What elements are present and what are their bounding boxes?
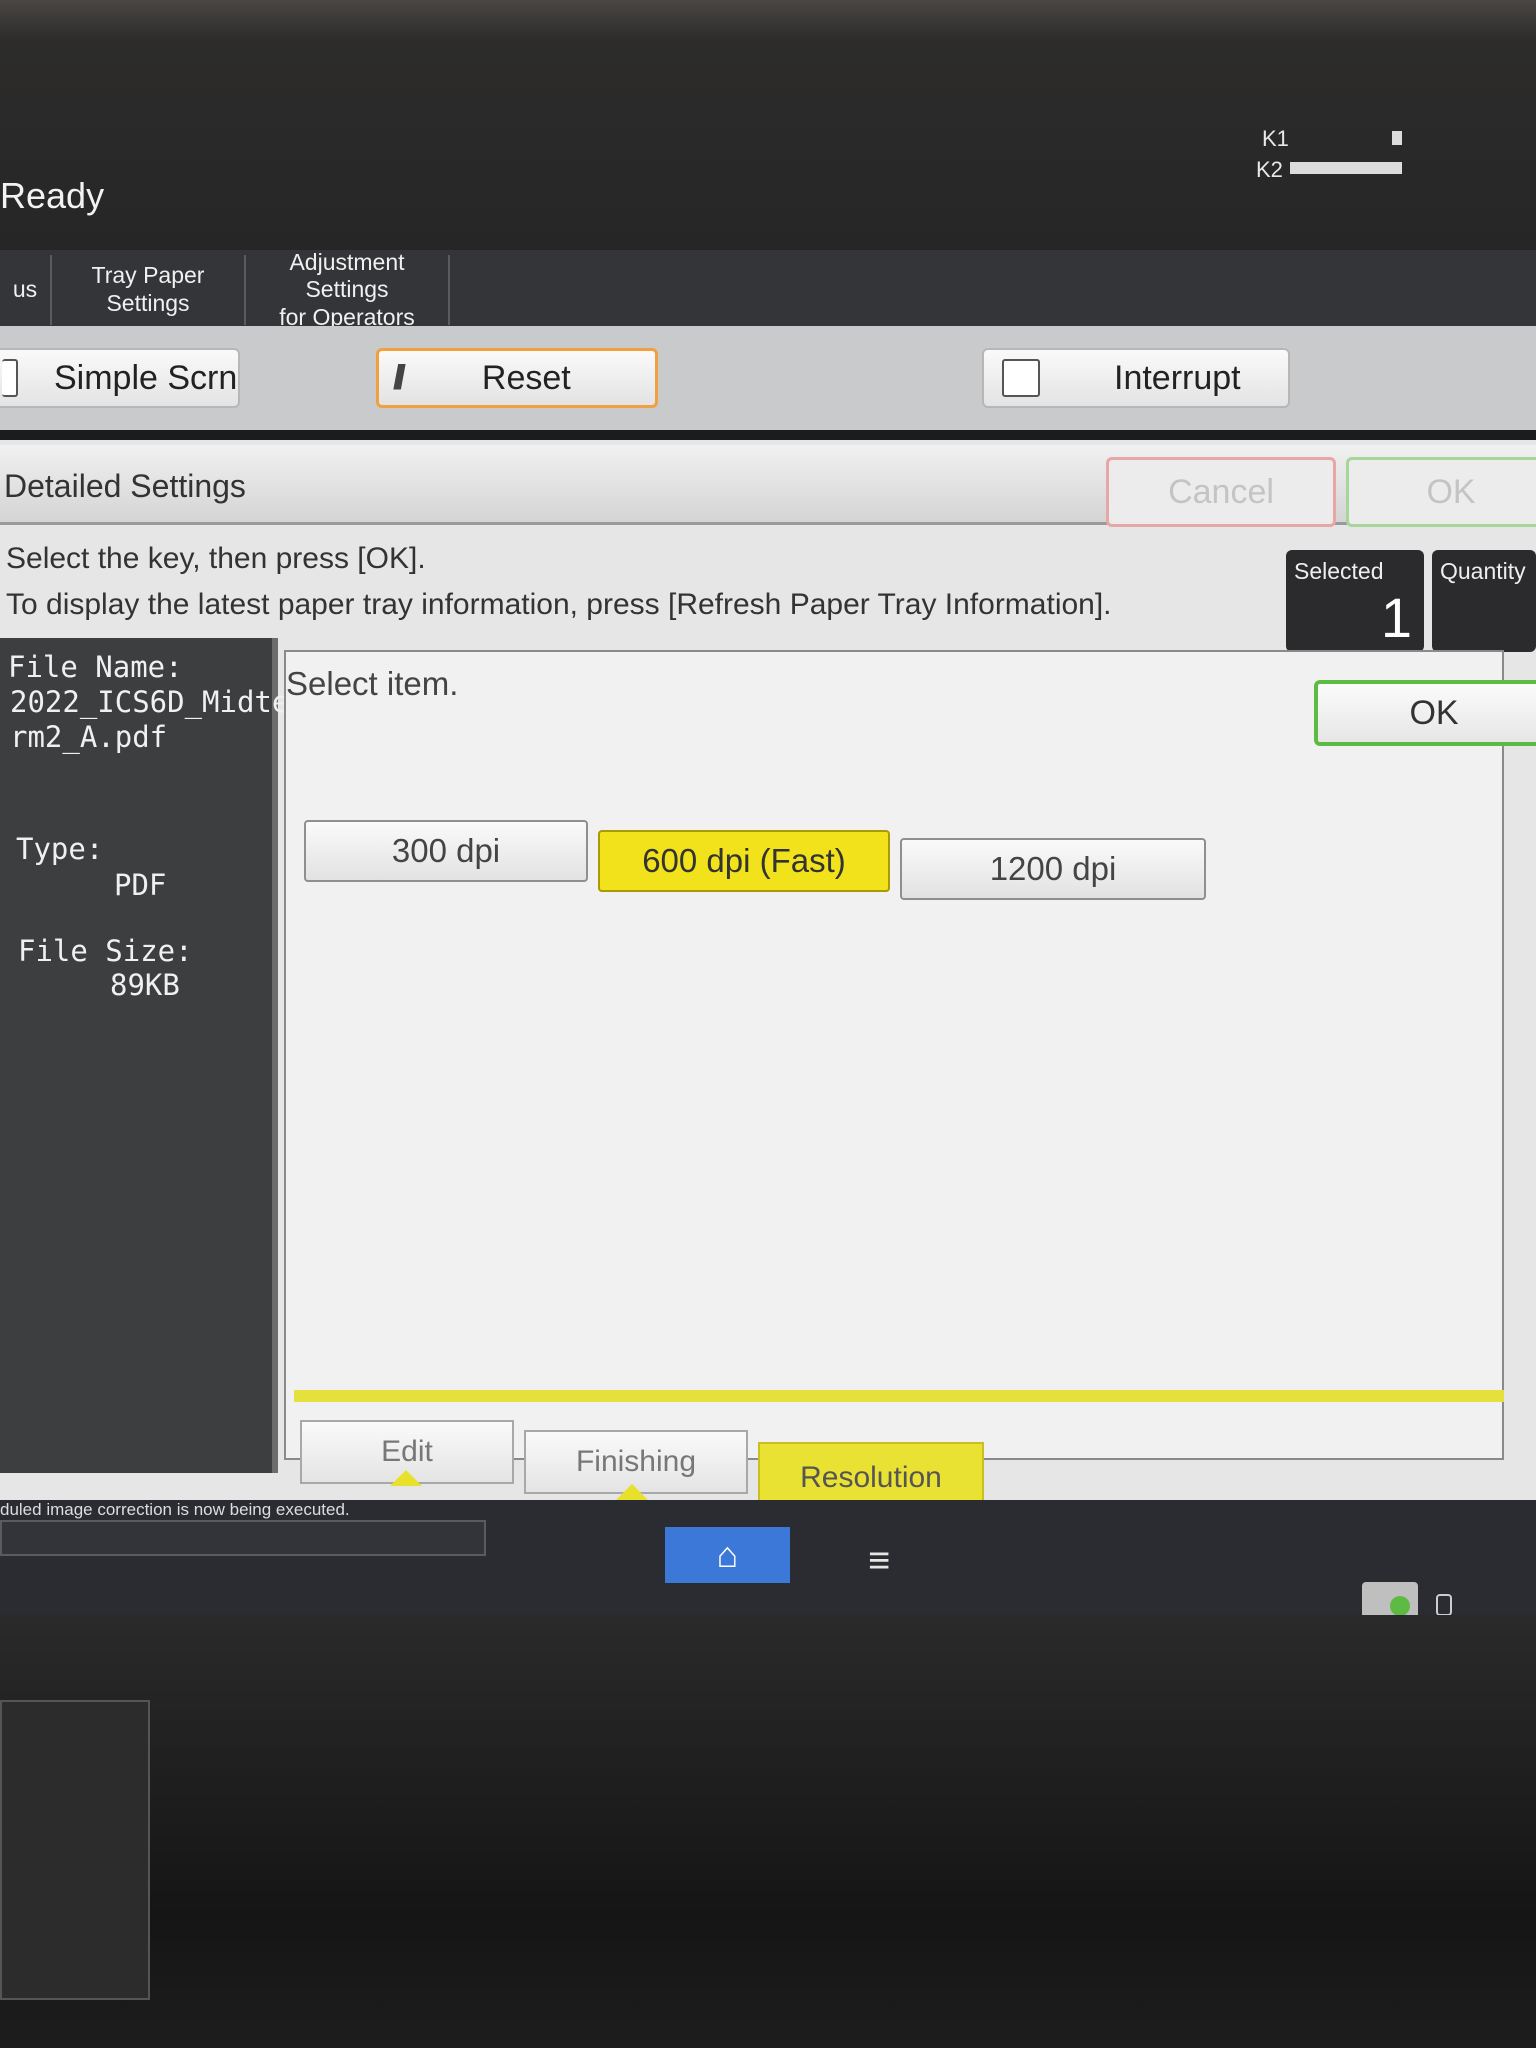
tab-tray-paper-settings-label: Tray Paper Settings — [91, 262, 205, 316]
toner-k2-level — [1290, 162, 1402, 174]
tab-resolution-label: Resolution — [800, 1461, 942, 1494]
instruction-line-2: To display the latest paper tray informa… — [6, 588, 1112, 621]
tab-status[interactable]: us — [0, 255, 52, 325]
file-name-line-1: 2022_ICS6D_Midte — [10, 685, 290, 719]
file-name-label: File Name: — [8, 650, 183, 684]
file-name-line-2: rm2_A.pdf — [10, 720, 168, 754]
dpi-option-300[interactable]: 300 dpi — [304, 820, 588, 882]
device-bezel — [0, 1615, 1536, 2048]
tab-finishing-label: Finishing — [575, 1445, 697, 1478]
cancel-label: Cancel — [1168, 472, 1274, 511]
file-type-value: PDF — [114, 868, 167, 902]
simple-screen-button[interactable]: Simple Scrn — [0, 348, 240, 408]
home-icon: ⌂ — [716, 1534, 739, 1575]
tab-edit-label: Edit — [381, 1435, 433, 1468]
home-button[interactable]: ⌂ — [665, 1527, 790, 1583]
file-size-label: File Size: — [18, 934, 193, 968]
toner-k2-label: K2 — [1256, 157, 1283, 182]
tab-edit-indicator — [390, 1470, 422, 1486]
file-info-panel — [0, 638, 278, 1473]
interrupt-button[interactable]: Interrupt — [982, 348, 1290, 408]
quantity-box[interactable]: Quantity — [1432, 550, 1536, 652]
quantity-label: Quantity — [1440, 558, 1526, 584]
tab-finishing-indicator — [616, 1484, 648, 1500]
interrupt-label: Interrupt — [1114, 358, 1241, 397]
status-bar — [0, 0, 1536, 250]
message-box — [0, 1520, 486, 1556]
reset-button[interactable]: // Reset — [376, 348, 658, 408]
checkbox-icon — [1002, 359, 1040, 397]
check-icon — [1390, 1596, 1410, 1616]
storage-icon — [1436, 1594, 1452, 1616]
reset-label: Reset — [481, 358, 571, 397]
file-type-label: Type: — [16, 832, 104, 866]
dpi-option-label: 600 dpi (Fast) — [642, 842, 846, 879]
dialog-title: Detailed Settings — [4, 468, 246, 504]
ok-label: OK — [1409, 693, 1459, 732]
toner-k1-level — [1392, 131, 1402, 145]
system-message: duled image correction is now being exec… — [0, 1500, 350, 1519]
selected-label: Selected — [1294, 558, 1384, 584]
dpi-option-label: 1200 dpi — [989, 850, 1117, 887]
tab-adjustment-settings-label: Adjustment Settings for Operators — [279, 248, 415, 330]
tab-tray-paper-settings[interactable]: Tray Paper Settings — [52, 255, 246, 325]
dialog-ok-label: OK — [1426, 472, 1476, 511]
selected-count: Selected 1 — [1286, 550, 1424, 652]
tab-indicator-line — [294, 1390, 1504, 1402]
reset-icon: // — [393, 358, 406, 397]
tab-adjustment-settings[interactable]: Adjustment Settings for Operators — [246, 249, 450, 330]
dpi-option-1200[interactable]: 1200 dpi — [900, 838, 1206, 900]
cancel-button[interactable]: Cancel — [1106, 457, 1336, 527]
menu-icon[interactable]: ≡ — [868, 1540, 890, 1583]
tab-status-label: us — [12, 276, 38, 303]
dpi-option-600-fast[interactable]: 600 dpi (Fast) — [598, 830, 890, 892]
simple-screen-label: Simple Scrn — [54, 358, 238, 397]
instruction-line-1: Select the key, then press [OK]. — [6, 542, 426, 575]
precaution-sticker — [0, 1700, 150, 2000]
file-size-value: 89KB — [110, 968, 180, 1002]
dialog-ok-button[interactable]: OK — [1346, 457, 1536, 527]
resolution-content-area — [284, 650, 1504, 1460]
ok-button[interactable]: OK — [1314, 680, 1536, 746]
machine-status: Ready — [0, 175, 105, 216]
selected-value: 1 — [1380, 586, 1412, 649]
select-item-prompt: Select item. — [286, 665, 459, 702]
toner-k1-label: K1 — [1262, 126, 1289, 151]
dpi-option-label: 300 dpi — [391, 832, 501, 869]
checkbox-icon — [2, 359, 18, 397]
